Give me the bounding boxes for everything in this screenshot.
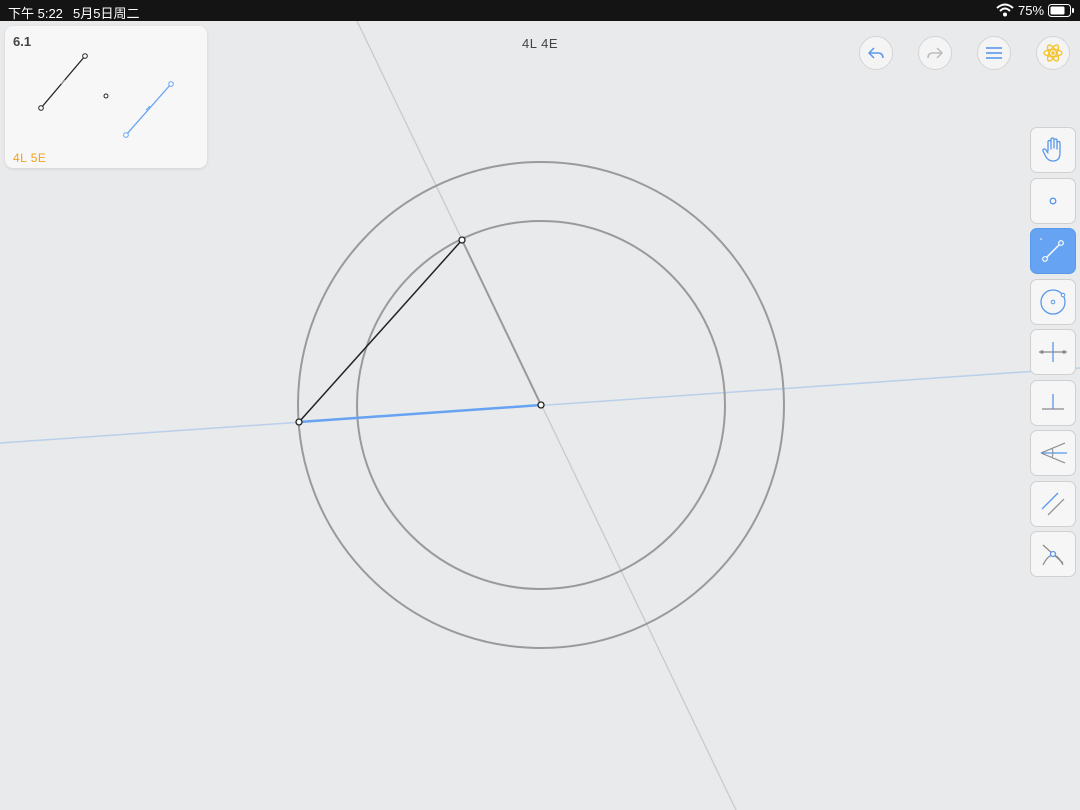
point-tool[interactable] xyxy=(1030,178,1076,224)
point-icon xyxy=(1049,197,1057,205)
status-date: 5月5日周二 xyxy=(73,6,140,21)
hint-icon xyxy=(1043,44,1063,62)
perpendicular-bisector-icon xyxy=(1039,342,1067,362)
hand-tool[interactable] xyxy=(1030,127,1076,173)
status-bar: 下午 5:22 5月5日周二 75% xyxy=(0,0,1080,21)
angle-bisector-icon xyxy=(1040,442,1067,464)
intersect-icon xyxy=(1042,544,1064,566)
parallel-icon xyxy=(1041,492,1065,516)
segment-radius[interactable] xyxy=(461,239,542,406)
battery-percent: 75% xyxy=(1018,3,1045,18)
hint-button[interactable] xyxy=(1036,36,1070,70)
goal-diagram xyxy=(38,53,174,138)
intersect-tool[interactable] xyxy=(1030,531,1076,577)
goal-score: 4L 5E xyxy=(13,151,47,165)
line-icon xyxy=(1040,238,1064,262)
hand-icon xyxy=(1042,137,1061,162)
battery-icon xyxy=(1048,4,1074,17)
construction-line-long[interactable] xyxy=(356,21,737,810)
redo-button[interactable] xyxy=(918,36,952,70)
status-time: 下午 5:22 xyxy=(8,6,63,21)
menu-button[interactable] xyxy=(977,36,1011,70)
perpendicular-icon xyxy=(1042,394,1064,410)
point-top[interactable] xyxy=(458,236,466,244)
line-tool[interactable] xyxy=(1030,228,1076,274)
perpendicular-bisector-tool[interactable] xyxy=(1030,329,1076,375)
point-left[interactable] xyxy=(295,418,303,426)
parallel-tool[interactable] xyxy=(1030,481,1076,527)
segment-black[interactable] xyxy=(298,239,463,423)
move-count: 4L 4E xyxy=(522,36,558,51)
redo-icon xyxy=(927,47,943,59)
angle-bisector-tool[interactable] xyxy=(1030,430,1076,476)
circle-tool[interactable] xyxy=(1030,279,1076,325)
perpendicular-tool[interactable] xyxy=(1030,380,1076,426)
undo-icon xyxy=(868,47,884,59)
goal-card[interactable]: 6.1 4L 5E xyxy=(5,26,207,168)
circle-icon xyxy=(1040,289,1066,315)
segment-blue[interactable] xyxy=(298,403,542,424)
menu-icon xyxy=(986,47,1002,59)
wifi-icon xyxy=(996,3,1014,17)
undo-button[interactable] xyxy=(859,36,893,70)
point-center[interactable] xyxy=(537,401,545,409)
